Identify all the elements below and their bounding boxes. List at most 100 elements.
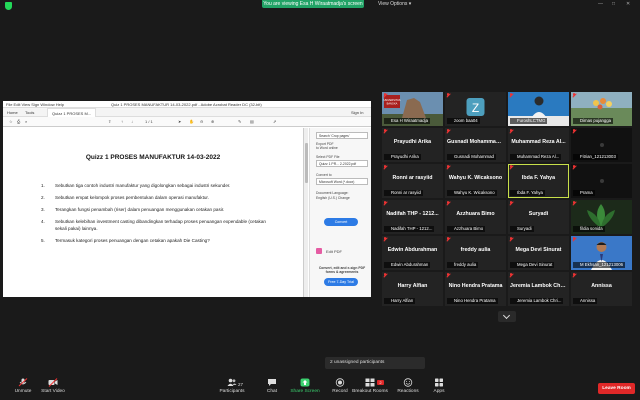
microphone-muted-icon xyxy=(446,273,450,277)
participant-tile[interactable]: Nino Hendra Pratama Nino Hendra Pratama xyxy=(445,272,506,306)
apps-button[interactable]: Apps xyxy=(419,378,459,394)
convert-button[interactable]: Convert xyxy=(324,218,358,226)
participant-name-label: Azzhuara Bimo xyxy=(447,226,486,232)
participant-name-label: Edwin Abdurahman xyxy=(384,262,431,268)
unassigned-participants-notice[interactable]: 2 unassigned participants xyxy=(325,357,425,369)
breakout-rooms-label: Breakout Rooms xyxy=(352,389,388,394)
tools-search-input[interactable]: Search 'Crop pages' xyxy=(316,132,368,139)
language-value[interactable]: English (U.S.) Change xyxy=(316,196,350,200)
format-select[interactable]: Microsoft Word (*.docx) xyxy=(316,178,368,185)
participant-tile[interactable]: Prama xyxy=(571,164,632,198)
upload-icon[interactable]: ⇪ xyxy=(108,117,111,127)
acrobat-toolbar: ☆ ⎙ ⌕ ⇪ ↑ ↓ 1 / 1 ➤ ✋ ⊖ ⊕ ✎ ▤ ⇗ xyxy=(3,117,371,127)
free-trial-button[interactable]: Free 7-Day Trial xyxy=(324,278,358,286)
arrow-up-icon[interactable]: ↑ xyxy=(121,117,123,127)
microphone-muted-icon xyxy=(383,273,387,277)
arrow-down-icon[interactable]: ↓ xyxy=(131,117,133,127)
participant-tile[interactable]: Zzoom baa04 xyxy=(445,92,506,126)
participants-button[interactable]: Participants xyxy=(212,378,252,394)
microphone-muted-icon xyxy=(18,378,28,387)
microphone-muted-icon xyxy=(572,237,576,241)
record-icon xyxy=(335,378,345,387)
breakout-rooms-button[interactable]: Breakout Rooms xyxy=(350,378,390,394)
participant-tile[interactable]: fildia sonida xyxy=(571,200,632,234)
participant-tile[interactable]: Ronni ar rasyiid Ronni ar rasyiid xyxy=(382,164,443,198)
participant-name-label: Nino Hendra Pratama xyxy=(447,298,498,304)
microphone-muted-icon xyxy=(509,201,513,205)
file-field[interactable]: Quizz 1 PR... 2-2022.pdf xyxy=(316,160,368,167)
participant-tile[interactable]: Ibda F. Yahya Ibda F. Yahya xyxy=(508,164,569,198)
tab-home[interactable]: Home xyxy=(7,108,18,117)
participant-name-label: Fitrian_121213003 xyxy=(573,154,618,160)
participant-tile[interactable]: Prayudhi Arika Prayudhi Arika xyxy=(382,128,443,162)
search-icon[interactable]: ⌕ xyxy=(25,117,27,127)
participant-name-label: Prama xyxy=(573,190,595,196)
participant-name-label: Dimas pujangga xyxy=(573,118,614,124)
microphone-muted-icon xyxy=(446,201,450,205)
participant-name-label: Muhammad Reza Al... xyxy=(510,154,562,160)
chevron-down-icon[interactable] xyxy=(498,311,516,322)
share-screen-button[interactable]: Share Screen xyxy=(285,378,325,394)
comment-icon[interactable]: ✎ xyxy=(238,117,241,127)
participant-tile[interactable]: Mega Devi Sinurat Mega Devi Sinurat xyxy=(508,236,569,270)
maximize-icon[interactable]: □ xyxy=(612,1,615,7)
participant-tile[interactable]: Gusnadi Mohammad ... Gusnadi Mohammad xyxy=(445,128,506,162)
breakout-rooms-icon xyxy=(365,378,375,387)
participant-tile[interactable]: Annissa Annissa xyxy=(571,272,632,306)
zoom-in-icon[interactable]: ⊕ xyxy=(211,117,214,127)
participant-tile[interactable]: M Ekhsan_121213006 xyxy=(571,236,632,270)
zoom-out-icon[interactable]: ⊖ xyxy=(200,117,203,127)
share-screen-icon xyxy=(300,378,310,387)
participant-tile[interactable]: Azzhuara Bimo Azzhuara Bimo xyxy=(445,200,506,234)
microphone-muted-icon xyxy=(383,165,387,169)
participant-name-label: Gusnadi Mohammad xyxy=(447,154,496,160)
view-options-button[interactable]: View Options ▾ xyxy=(378,1,411,7)
edit-pdf-icon[interactable] xyxy=(316,248,322,254)
scrollbar-thumb[interactable] xyxy=(305,143,308,183)
list-item: 4. Sebutkan kelebihan investment casting … xyxy=(41,219,266,231)
shared-screen: File Edit View Sign Window Help Quiz 1 P… xyxy=(3,101,371,297)
participant-name-label: Harry Alfian xyxy=(384,298,416,304)
participant-tile[interactable]: Fitrian_121213003 xyxy=(571,128,632,162)
participant-tile[interactable]: Suryadi Suryadi xyxy=(508,200,569,234)
microphone-muted-icon xyxy=(383,93,387,97)
record-label: Record xyxy=(332,389,348,394)
apps-icon xyxy=(434,378,444,387)
participant-tile[interactable]: Nadifah THP - 1212... Nadifah THP - 1212.… xyxy=(382,200,443,234)
minimize-icon[interactable]: — xyxy=(598,1,603,7)
tab-tools[interactable]: Tools xyxy=(25,108,34,117)
microphone-muted-icon xyxy=(572,273,576,277)
pdf-scrollbar[interactable] xyxy=(303,128,308,297)
participant-tile[interactable]: FuroshLCTMG xyxy=(508,92,569,126)
participant-tile[interactable]: Muhammad Reza Al... Muhammad Reza Al... xyxy=(508,128,569,162)
print-icon[interactable]: ⎙ xyxy=(17,117,20,127)
edit-pdf-link[interactable]: Edit PDF xyxy=(326,249,342,254)
smiley-icon xyxy=(403,378,413,387)
participant-tile[interactable]: UNIVERSITAS BANGKA Esa H Wiraatmadja xyxy=(382,92,443,126)
apps-label: Apps xyxy=(433,389,445,394)
shield-icon[interactable] xyxy=(5,2,12,10)
screen-share-banner: You are viewing Esa H Wiraatmadja's scre… xyxy=(262,0,364,8)
share-icon[interactable]: ⇗ xyxy=(273,117,276,127)
save-icon[interactable]: ☆ xyxy=(9,117,13,127)
export-panel: Search 'Crop pages' Export PDF to Word o… xyxy=(309,128,371,297)
highlight-icon[interactable]: ▤ xyxy=(250,117,254,127)
participant-tile[interactable]: freddy aulia freddy aulia xyxy=(445,236,506,270)
select-tool-icon[interactable]: ➤ xyxy=(178,117,181,127)
list-item: 1. Sebutkan tiga contoh industri manufakt… xyxy=(41,183,231,188)
participant-tile[interactable]: Wahyu K. Wicaksono Wahyu K. Wicaksono xyxy=(445,164,506,198)
microphone-muted-icon xyxy=(509,129,513,133)
leave-room-button[interactable]: Leave Room xyxy=(598,383,635,394)
hand-tool-icon[interactable]: ✋ xyxy=(189,117,194,127)
sign-in-button[interactable]: Sign In xyxy=(351,108,363,117)
acrobat-menu-bar[interactable]: File Edit View Sign Window Help xyxy=(6,101,64,108)
participant-tile[interactable]: Dimas pujangga xyxy=(571,92,632,126)
participant-tile[interactable]: Harry Alfian Harry Alfian xyxy=(382,272,443,306)
export-subheading: to Word online xyxy=(316,146,338,150)
participant-tile[interactable]: Edwin Abdurahman Edwin Abdurahman xyxy=(382,236,443,270)
participant-tile[interactable]: Jeremia Lambok Chri... Jeremia Lambok Chr… xyxy=(508,272,569,306)
start-video-button[interactable]: Start Video xyxy=(33,378,73,394)
page-indicator[interactable]: 1 / 1 xyxy=(145,117,153,127)
microphone-muted-icon xyxy=(446,237,450,241)
close-icon[interactable]: ✕ xyxy=(626,1,630,7)
